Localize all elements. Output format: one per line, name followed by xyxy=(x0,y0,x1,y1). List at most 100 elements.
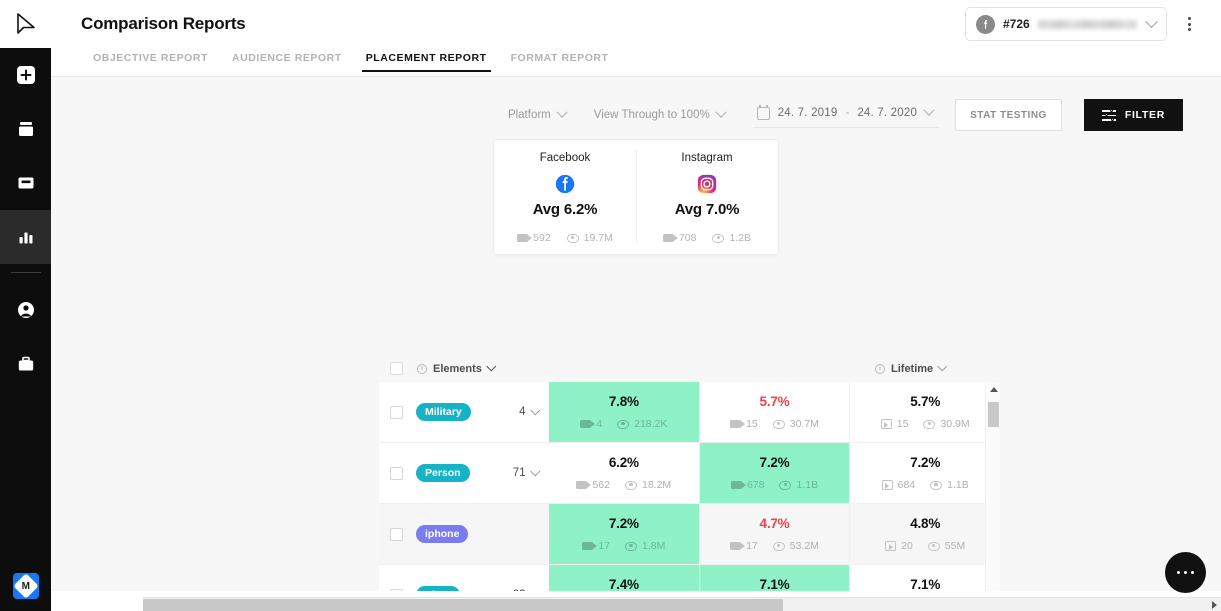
more-vertical-icon xyxy=(1187,17,1191,20)
platform-dropdown-label: Platform xyxy=(507,109,551,121)
summary-view-count: 1.2B xyxy=(712,232,751,244)
info-icon: i xyxy=(875,363,885,374)
comparison-table: i Elements i Lifetime Military 4 7.8% 4 218.… xyxy=(379,355,1000,611)
summary-video-count-value: 708 xyxy=(678,232,697,244)
row-checkbox[interactable] xyxy=(390,466,403,480)
facebook-icon xyxy=(494,173,636,195)
table-row[interactable]: Military 4 7.8% 4 218.2K 5.7% 15 30.7M 5.7% 15 30.… xyxy=(379,382,1000,443)
view-through-dropdown[interactable]: View Through to 100% xyxy=(594,106,727,121)
scroll-up-button[interactable] xyxy=(986,382,1001,397)
tab-objective-report[interactable]: OBJECTIVE REPORT xyxy=(81,48,220,72)
sidebar-item-library[interactable] xyxy=(0,102,51,156)
table-row[interactable]: iphone 7.2% 17 1.8M 4.7% 17 53.2M 4.8% 20 55M xyxy=(379,504,1000,565)
cell-metric[interactable]: 7.2% 684 1.1B xyxy=(850,443,1000,503)
cell-metric[interactable]: 4.7% 17 53.2M xyxy=(700,504,850,564)
column-header-elements[interactable]: i Elements xyxy=(417,361,496,375)
video-icon xyxy=(730,420,746,428)
report-tabs: OBJECTIVE REPORT AUDIENCE REPORT PLACEME… xyxy=(51,48,1221,77)
table-vertical-scrollbar[interactable] xyxy=(985,382,1000,611)
filter-button[interactable]: FILTER xyxy=(1083,99,1183,131)
eye-icon xyxy=(930,480,943,490)
element-count-expander[interactable]: 4 xyxy=(519,405,540,418)
content-area: Platform View Through to 100% 24. 7. 201… xyxy=(51,77,1221,611)
metric-count-value: 562 xyxy=(592,479,610,491)
date-range-end: 24. 7. 2020 xyxy=(857,107,918,119)
platform-dropdown[interactable]: Platform xyxy=(507,106,568,121)
element-tag[interactable]: Military xyxy=(416,403,471,421)
sidebar-item-reports[interactable] xyxy=(0,210,51,264)
help-fab-button[interactable] xyxy=(1165,552,1206,593)
metric-substats: 17 53.2M xyxy=(730,540,819,552)
cell-metric[interactable]: 7.8% 4 218.2K xyxy=(549,382,699,442)
vertical-scroll-thumb[interactable] xyxy=(988,402,999,427)
more-vertical-icon xyxy=(1187,22,1191,26)
metric-count: 678 xyxy=(730,479,765,491)
sidebar-item-account[interactable] xyxy=(0,283,51,337)
element-count-expander[interactable]: 71 xyxy=(513,466,540,479)
cell-metric[interactable]: 7.2% 678 1.1B xyxy=(699,443,850,503)
scroll-right-button[interactable] xyxy=(1207,598,1221,611)
metric-count: 17 xyxy=(730,540,758,552)
metric-views-value: 1.8M xyxy=(642,540,666,552)
chevron-down-icon xyxy=(530,405,540,415)
top-bar: Comparison Reports #726 xyxy=(51,0,1221,48)
horizontal-scroll-thumb[interactable] xyxy=(143,599,783,611)
metric-count: 20 xyxy=(885,540,913,552)
sidebar-item-creatives[interactable] xyxy=(0,156,51,210)
app-logo[interactable] xyxy=(0,0,51,48)
sliders-icon xyxy=(1101,108,1116,121)
video-icon xyxy=(576,481,592,489)
sidebar-item-business[interactable] xyxy=(0,337,51,391)
sidebar-item-create[interactable] xyxy=(0,48,51,102)
bottom-strip xyxy=(51,591,1221,611)
summary-card-average: Avg 6.2% xyxy=(532,201,598,218)
chevron-down-icon xyxy=(937,361,948,371)
metric-views: 18.2M xyxy=(625,479,671,491)
summary-card-instagram: Instagram Avg 7.0% 708 1.2B xyxy=(636,140,778,254)
metric-percentage: 7.1% xyxy=(759,577,790,592)
calendar-icon xyxy=(756,104,770,120)
facebook-icon xyxy=(976,14,995,34)
cell-metric[interactable]: 4.8% 20 55M xyxy=(850,504,1000,564)
element-tag[interactable]: Person xyxy=(416,464,470,482)
stat-testing-button[interactable]: STAT TESTING xyxy=(955,99,1062,131)
tab-audience-report[interactable]: AUDIENCE REPORT xyxy=(220,48,354,72)
more-options-button[interactable] xyxy=(1175,10,1203,38)
row-checkbox[interactable] xyxy=(390,527,403,541)
card-stack-icon xyxy=(18,177,33,189)
page-title: Comparison Reports xyxy=(81,14,246,33)
row-checkbox[interactable] xyxy=(390,405,403,419)
metric-views-value: 218.2K xyxy=(634,418,668,430)
chevron-down-icon xyxy=(556,106,568,118)
horizontal-scrollbar[interactable] xyxy=(143,597,1221,611)
cell-metric[interactable]: 5.7% 15 30.7M xyxy=(700,382,850,442)
summary-video-count: 592 xyxy=(517,232,551,244)
metric-views-value: 30.9M xyxy=(940,418,970,430)
metric-substats: 15 30.7M xyxy=(730,418,819,430)
element-count: 4 xyxy=(519,406,526,418)
metric-substats: 562 18.2M xyxy=(576,479,671,491)
account-selector[interactable]: #726 xyxy=(965,7,1167,41)
app-root: M Comparison Reports #726 OBJECTIVE REPO… xyxy=(0,0,1221,611)
cell-metric[interactable]: 5.7% 15 30.9M xyxy=(850,382,1000,442)
metric-percentage: 7.8% xyxy=(608,394,639,409)
chevron-down-icon xyxy=(486,361,496,371)
table-row[interactable]: Person 71 6.2% 562 18.2M 7.2% 678 1.1B 7.2% 684 1.… xyxy=(379,443,1000,504)
column-header-lifetime[interactable]: i Lifetime xyxy=(875,361,948,375)
cell-metric[interactable]: 7.2% 17 1.8M xyxy=(549,504,699,564)
metric-substats: 20 55M xyxy=(885,540,965,552)
date-range-picker[interactable]: 24. 7. 2019 - 24. 7. 2020 xyxy=(752,103,940,128)
user-circle-icon xyxy=(17,302,34,318)
cell-metric[interactable]: 6.2% 562 18.2M xyxy=(549,443,699,503)
metric-count-value: 678 xyxy=(746,479,765,491)
tab-format-report[interactable]: FORMAT REPORT xyxy=(499,48,621,72)
instagram-icon xyxy=(636,173,778,195)
metric-substats: 4 218.2K xyxy=(580,418,667,430)
element-tag[interactable]: iphone xyxy=(416,525,469,543)
chevron-down-icon xyxy=(1145,14,1158,28)
bar-chart-icon xyxy=(19,232,32,244)
tab-placement-report[interactable]: PLACEMENT REPORT xyxy=(354,48,499,72)
avatar[interactable]: M xyxy=(12,573,39,599)
metric-views-value: 30.7M xyxy=(789,418,819,430)
select-all-checkbox[interactable] xyxy=(390,362,403,375)
